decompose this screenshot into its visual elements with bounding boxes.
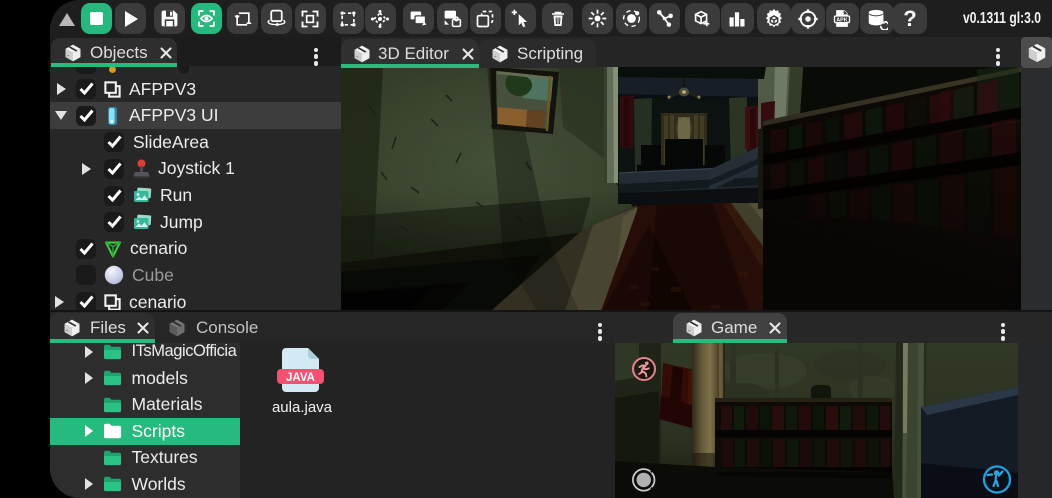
svg-text:JAVA: JAVA: [286, 372, 315, 384]
svg-text:APK: APK: [836, 18, 848, 24]
